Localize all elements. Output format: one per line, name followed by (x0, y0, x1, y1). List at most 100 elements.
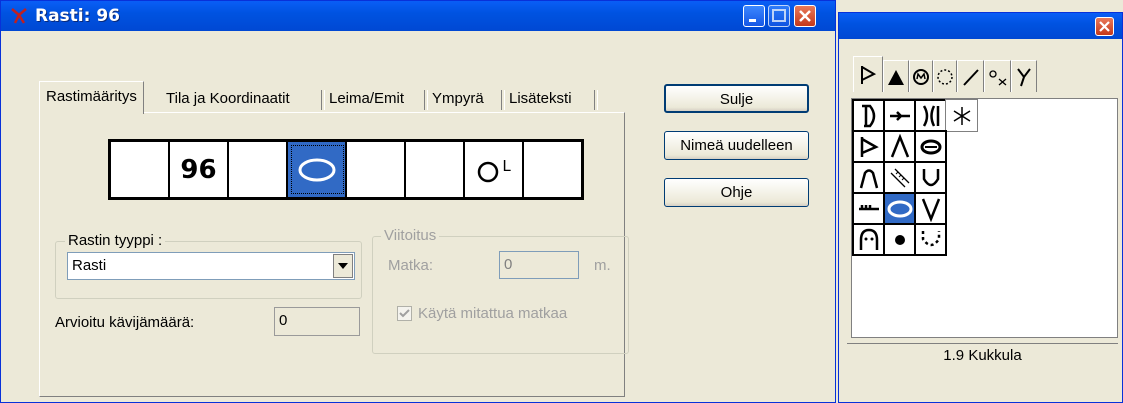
palette-tab-flag[interactable] (853, 56, 883, 92)
symbol-cell[interactable] (852, 192, 885, 225)
triangle-icon (888, 69, 904, 85)
rename-button[interactable]: Nimeä uudelleen (664, 131, 809, 160)
kayta-mitattua-label: Käytä mitattua matkaa (418, 305, 568, 322)
control-code: 96 (180, 154, 217, 185)
d-bracket-icon (861, 104, 875, 127)
palette-tab-circle-m[interactable] (909, 60, 933, 92)
minimize-icon (749, 19, 756, 22)
flag-icon (860, 136, 879, 157)
slash-icon (962, 68, 979, 86)
palette-tab-triangle[interactable] (883, 60, 909, 92)
selected-symbol-cell[interactable] (288, 142, 347, 197)
kavijamaara-input[interactable]: 0 (274, 307, 360, 336)
symbol-cell[interactable] (852, 130, 885, 163)
chevron-down-icon (338, 263, 348, 269)
description-cell[interactable] (229, 142, 288, 197)
minimize-button[interactable] (743, 5, 765, 27)
tab-tila-ja-koordinaatit[interactable]: Tila ja Koordinaatit (160, 86, 296, 112)
symbol-cell[interactable] (883, 99, 916, 132)
dialog-title: Rasti: 96 (35, 6, 121, 26)
symbol-cell[interactable] (914, 130, 947, 163)
symbol-cell[interactable] (914, 161, 947, 194)
rastin-tyyppi-select[interactable]: Rasti (67, 252, 355, 280)
control-dialog: Rasti: 96 Rastimääritys Tila ja Koordina… (0, 0, 836, 403)
symbol-cell[interactable] (852, 161, 885, 194)
palette-titlebar[interactable] (839, 13, 1122, 39)
control-flag-icon (11, 8, 27, 24)
tab-separator (594, 90, 598, 110)
close-window-button[interactable] (794, 5, 816, 27)
rastin-tyyppi-legend: Rastin tyyppi : (65, 232, 166, 249)
symbol-cell[interactable] (852, 99, 885, 132)
flag-icon (861, 65, 877, 84)
matka-input[interactable]: 0 (499, 251, 579, 279)
palette-tab-y-fork[interactable] (1011, 60, 1037, 92)
palette-tab-dotted-circle[interactable] (933, 60, 957, 92)
dotted-u-icon (921, 230, 940, 246)
kavijamaara-value: 0 (279, 312, 288, 329)
filled-oval-icon (920, 139, 941, 154)
oval-icon (887, 200, 912, 217)
tab-ympyra[interactable]: Ympyrä (426, 86, 490, 112)
close-icon (799, 10, 811, 22)
symbol-cell[interactable]: L (465, 142, 524, 197)
matka-label: Matka: (388, 257, 434, 274)
matka-value: 0 (504, 256, 513, 273)
dotted-circle-icon (937, 68, 953, 85)
tab-leima-emit[interactable]: Leima/Emit (323, 86, 410, 112)
symbol-cell[interactable] (883, 223, 916, 256)
selected-symbol-name: 1.9 Kukkula (943, 347, 1022, 364)
dropdown-button[interactable] (333, 254, 353, 278)
palette-tab-small-circles[interactable] (984, 60, 1011, 92)
help-button[interactable]: Ohje (664, 178, 809, 207)
symbol-cell[interactable] (945, 99, 978, 132)
circle-m-icon (913, 68, 929, 85)
symbol-cell[interactable] (914, 223, 947, 256)
symbol-cell[interactable] (883, 130, 916, 163)
y-fork-icon (1017, 67, 1031, 86)
control-code-cell[interactable]: 96 (170, 142, 229, 197)
symbol-cell[interactable] (914, 192, 947, 225)
ruler-icon (890, 168, 909, 187)
close-button[interactable]: Sulje (664, 84, 809, 113)
kavijamaara-label: Arvioitu kävijämäärä: (55, 314, 195, 331)
symbol-cell[interactable] (883, 161, 916, 194)
tooth-line-icon (858, 204, 879, 210)
tab-lisateksti[interactable]: Lisäteksti (503, 86, 578, 112)
viitoitus-legend: Viitoitus (381, 227, 440, 244)
rastin-tyyppi-value: Rasti (72, 257, 107, 274)
tab-rastimaaritys[interactable]: Rastimääritys (39, 81, 144, 114)
dialog-titlebar[interactable]: Rasti: 96 (1, 1, 835, 31)
description-cell[interactable] (347, 142, 406, 197)
v-icon (921, 198, 940, 222)
palette-tab-slash[interactable] (957, 60, 984, 92)
suffix-letter: L (502, 156, 511, 175)
matka-unit: m. (594, 257, 611, 274)
double-bracket-icon (922, 104, 939, 127)
oval-icon (298, 158, 335, 181)
checkmark-icon (399, 309, 410, 318)
symbol-grid (851, 98, 1118, 338)
description-cell[interactable] (111, 142, 170, 197)
description-cell[interactable] (524, 142, 581, 197)
kayta-mitattua-checkbox[interactable] (397, 306, 412, 321)
asterisk-icon (953, 106, 970, 125)
palette-close-button[interactable] (1095, 17, 1114, 36)
arrow-line-icon (889, 110, 910, 121)
face-icon (859, 228, 878, 250)
maximize-icon (772, 9, 786, 22)
arch-icon (859, 168, 878, 188)
u-icon (922, 168, 939, 186)
lambda-icon (890, 133, 909, 157)
maximize-button[interactable] (768, 5, 790, 27)
circle-icon (478, 161, 499, 182)
description-cell[interactable] (406, 142, 465, 197)
control-description-strip: 96 L (108, 139, 584, 200)
palette-status-bar: 1.9 Kukkula (847, 343, 1118, 370)
symbol-cell[interactable] (914, 99, 947, 132)
close-icon (1099, 21, 1110, 32)
small-circles-icon (988, 69, 1006, 85)
dot-icon (894, 234, 905, 245)
symbol-cell[interactable] (852, 223, 885, 256)
symbol-cell-selected[interactable] (883, 192, 916, 225)
